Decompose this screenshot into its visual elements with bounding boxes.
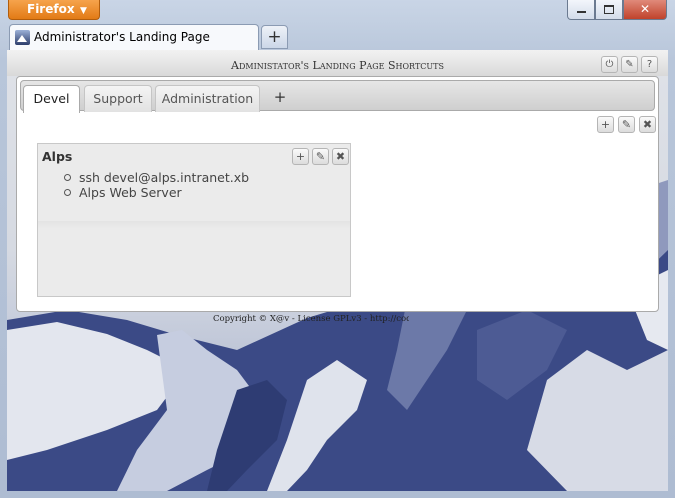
widget-link-list: ssh devel@alps.intranet.xb Alps Web Serv…: [64, 170, 249, 200]
browser-tab-active[interactable]: Administrator's Landing Page Shortcuts: [9, 24, 259, 69]
tab-devel[interactable]: Devel: [23, 85, 80, 113]
widget-add-button[interactable]: +: [292, 148, 309, 165]
tabs-panel: Devel Support Administration + + ✎ ✖ Alp…: [16, 76, 659, 312]
browser-window: Firefox ▼ ✕ Administrator's Landing Page…: [0, 0, 675, 498]
tabs-bar: Devel Support Administration +: [20, 80, 655, 113]
widget-edit-button[interactable]: ✎: [312, 148, 329, 165]
firefox-menu-label: Firefox: [27, 2, 75, 16]
widget-delete-button[interactable]: ✖: [332, 148, 349, 165]
help-button[interactable]: ?: [641, 56, 658, 73]
settings-button[interactable]: ✎: [621, 56, 638, 73]
edit-tab-button[interactable]: ✎: [618, 116, 635, 133]
add-icon: +: [600, 118, 611, 131]
tab-label: Administration: [161, 91, 254, 106]
help-icon: ?: [646, 59, 653, 70]
widget-alps: Alps + ✎ ✖ ssh devel@alps.intranet.xb Al…: [37, 143, 351, 297]
tab-support[interactable]: Support: [84, 85, 152, 112]
power-button[interactable]: ⏻: [601, 56, 618, 73]
list-item[interactable]: ssh devel@alps.intranet.xb: [64, 170, 249, 185]
new-tab-button[interactable]: +: [261, 25, 288, 49]
tab-label: Support: [93, 91, 143, 106]
list-item[interactable]: Alps Web Server: [64, 185, 249, 200]
tab-label: Devel: [33, 91, 70, 106]
page-viewport: Administator's Landing Page Shortcuts ⏻ …: [7, 50, 668, 491]
edit-icon: ✎: [315, 150, 326, 163]
page-title: Administator's Landing Page Shortcuts: [231, 59, 444, 72]
close-window-button[interactable]: ✕: [623, 0, 667, 20]
edit-icon: ✎: [621, 118, 632, 131]
maximize-icon: [604, 5, 614, 14]
delete-tab-button[interactable]: ✖: [639, 116, 656, 133]
firefox-menu-button[interactable]: Firefox ▼: [8, 0, 100, 20]
add-icon: +: [295, 150, 306, 163]
close-icon: ✖: [642, 118, 653, 131]
add-tab-button[interactable]: +: [270, 87, 290, 107]
power-icon: ⏻: [605, 59, 614, 70]
minimize-button[interactable]: [567, 0, 595, 20]
maximize-button[interactable]: [595, 0, 623, 20]
widget-title: Alps: [42, 149, 73, 164]
add-widget-button[interactable]: +: [597, 116, 614, 133]
wrench-icon: ✎: [625, 59, 634, 70]
link-web-server[interactable]: Alps Web Server: [79, 185, 182, 200]
copyright-footer: Copyright © X@v - License GPLv3 - http:/…: [213, 314, 409, 324]
tab-administration[interactable]: Administration: [155, 85, 260, 112]
widget-divider: [38, 221, 350, 229]
link-ssh[interactable]: ssh devel@alps.intranet.xb: [79, 170, 249, 185]
minimize-icon: [576, 10, 586, 13]
dropdown-arrow-icon: ▼: [80, 6, 87, 16]
mountain-favicon-icon: [15, 30, 30, 45]
close-icon: ✖: [335, 150, 346, 163]
